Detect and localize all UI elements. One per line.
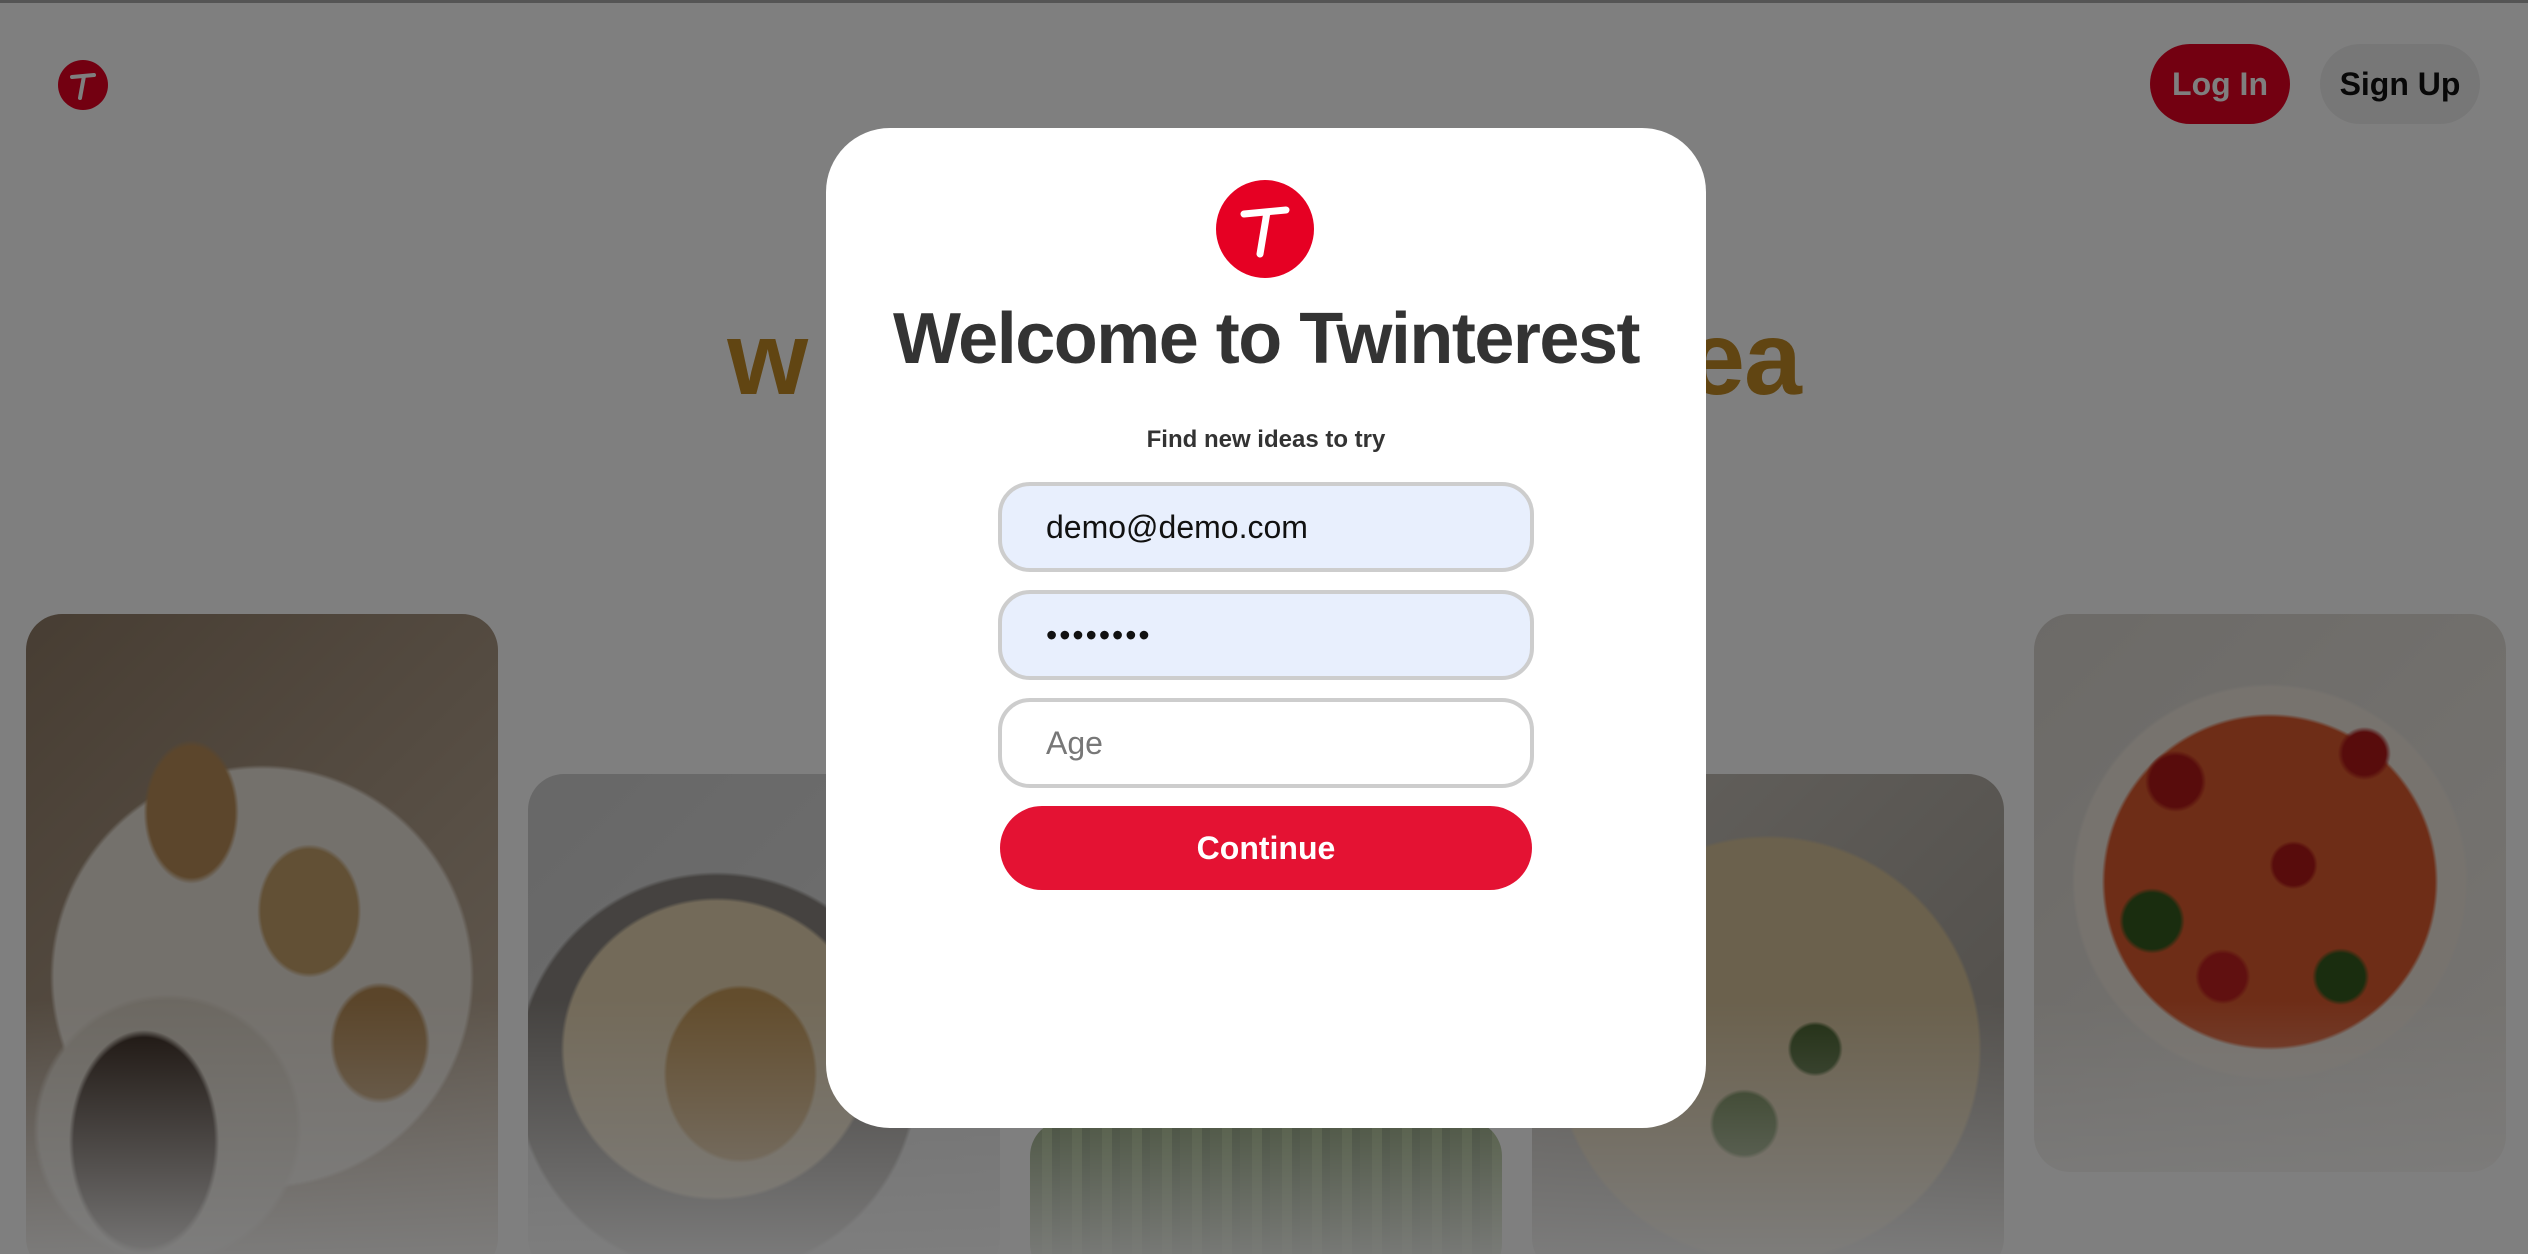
email-field[interactable] bbox=[998, 482, 1534, 572]
password-field[interactable] bbox=[998, 590, 1534, 680]
login-modal: Welcome to Twinterest Find new ideas to … bbox=[826, 128, 1706, 1128]
t-logo-icon bbox=[1240, 206, 1290, 258]
modal-logo bbox=[1216, 180, 1314, 278]
window-top-border bbox=[0, 0, 2528, 3]
page: Log In Sign Up wea Welcome to Twinterest… bbox=[0, 0, 2528, 1254]
modal-title: Welcome to Twinterest bbox=[893, 299, 1640, 379]
age-field[interactable] bbox=[998, 698, 1534, 788]
continue-button[interactable]: Continue bbox=[1000, 806, 1532, 890]
modal-subtitle: Find new ideas to try bbox=[1146, 426, 1386, 453]
